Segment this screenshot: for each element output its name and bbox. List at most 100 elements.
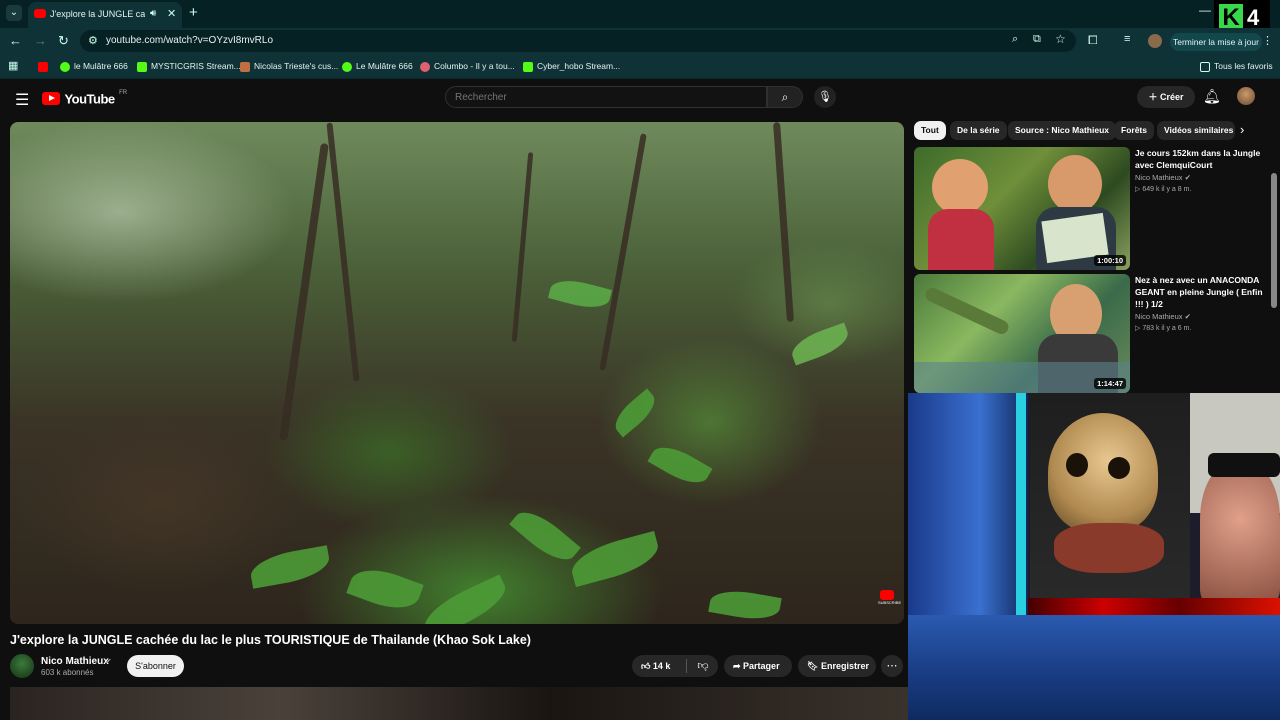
bookmarks-bar: ▦ le Mulâtre 666 MYSTICGRIS Stream... Ni… bbox=[0, 55, 1280, 79]
profile-avatar[interactable] bbox=[1148, 34, 1162, 48]
tree-trunk bbox=[279, 142, 329, 442]
play-icon bbox=[60, 61, 70, 72]
browser-tab-strip: ⌄ J'explore la JUNGLE cachée du lac le p… bbox=[0, 0, 1280, 36]
chip-all[interactable]: Tout bbox=[914, 121, 946, 140]
cyan-light bbox=[1016, 393, 1026, 623]
recommendation-channel: Nico Mathieux ✔ bbox=[1135, 312, 1191, 321]
tab-search-button[interactable]: ⌄ bbox=[6, 5, 22, 21]
blue-blanket bbox=[908, 615, 1280, 720]
leaf bbox=[346, 561, 424, 617]
back-arrow-icon[interactable]: ← bbox=[9, 33, 22, 48]
voice-search-button[interactable]: 🎙︎ bbox=[814, 86, 836, 108]
hamburger-menu-icon[interactable]: ☰ bbox=[15, 90, 29, 110]
verified-check-icon: ✔ bbox=[1184, 173, 1191, 182]
recommendation-meta: ▷ 783 k il y a 6 m. bbox=[1135, 325, 1192, 332]
leaf bbox=[567, 530, 663, 588]
bookmark-youtube[interactable] bbox=[38, 61, 52, 72]
thumbs-down-icon: 👎︎ bbox=[697, 660, 709, 672]
url-text[interactable]: youtube.com/watch?v=OYzvI8mvRLo bbox=[106, 35, 273, 46]
person-face bbox=[932, 159, 988, 215]
site-info-icon[interactable]: ⚙ bbox=[88, 34, 98, 47]
bookmark-star-icon[interactable]: ☆ bbox=[1055, 32, 1066, 46]
person-face bbox=[1048, 155, 1102, 213]
close-icon[interactable]: ✕ bbox=[167, 7, 176, 20]
bookmark-item[interactable]: MYSTICGRIS Stream... bbox=[137, 61, 241, 72]
streamer-webcam-overlay bbox=[908, 393, 1280, 720]
channel-avatar[interactable] bbox=[10, 654, 34, 678]
dislike-button[interactable]: 👎︎ bbox=[688, 655, 718, 677]
leaf bbox=[547, 274, 613, 314]
youtube-logo[interactable]: YouTube FR bbox=[42, 90, 127, 108]
install-app-icon[interactable]: ⧉ bbox=[1033, 33, 1041, 46]
browser-menu-icon[interactable]: ⋮ bbox=[1262, 34, 1273, 47]
subscriber-count: 603 k abonnés bbox=[41, 668, 94, 677]
scrollbar[interactable] bbox=[1271, 173, 1277, 308]
subscribe-button[interactable]: S'abonner bbox=[127, 655, 184, 677]
streamer-face bbox=[1200, 463, 1280, 603]
share-arrow-icon: ➦ bbox=[733, 661, 744, 671]
address-bar[interactable]: ⚙ youtube.com/watch?v=OYzvI8mvRLo ⌕ ⧉ ☆ bbox=[80, 30, 1076, 52]
chip-similar[interactable]: Vidéos similaires bbox=[1157, 121, 1235, 140]
save-label: Enregistrer bbox=[820, 661, 869, 671]
save-button[interactable]: 🔖︎ Enregistrer bbox=[798, 655, 876, 677]
speaker-icon[interactable]: 🔊︎ bbox=[150, 8, 156, 19]
share-button[interactable]: ➦ Partager bbox=[724, 655, 792, 677]
minimize-window-button[interactable]: — bbox=[1199, 3, 1211, 17]
create-button[interactable]: ＋ Créer bbox=[1137, 86, 1195, 108]
recommendation-channel: Nico Mathieux ✔ bbox=[1135, 173, 1191, 182]
all-bookmarks-folder[interactable]: Tous les favoris bbox=[1200, 61, 1273, 72]
extensions-icon[interactable]: ⧠ bbox=[1088, 33, 1098, 48]
tree-trunk bbox=[326, 122, 360, 382]
play-icon bbox=[342, 61, 352, 72]
zoom-icon[interactable]: ⌕ bbox=[1012, 33, 1018, 46]
user-avatar[interactable] bbox=[1237, 87, 1255, 105]
more-actions-button[interactable]: ⋯ bbox=[881, 655, 903, 677]
recommendation-title[interactable]: Nez à nez avec un ANACONDA GEANT en plei… bbox=[1135, 274, 1265, 310]
share-label: Partager bbox=[743, 661, 780, 671]
bookmark-item[interactable]: Le Mulâtre 666 bbox=[342, 61, 413, 72]
finish-update-button[interactable]: Terminer la mise à jour bbox=[1170, 33, 1262, 51]
tab-title: J'explore la JUNGLE cachée du lac le plu… bbox=[50, 9, 145, 19]
country-code: FR bbox=[119, 90, 128, 96]
chip-series[interactable]: De la série bbox=[950, 121, 1007, 140]
apps-grid-icon[interactable]: ▦ bbox=[8, 59, 18, 72]
skull-image bbox=[1048, 413, 1158, 533]
media-control-icon[interactable]: ≡ bbox=[1124, 33, 1130, 45]
folder-icon bbox=[1200, 61, 1210, 72]
bookmark-item[interactable]: Nicolas Trieste's cus... bbox=[240, 61, 338, 72]
browser-tab-active[interactable]: J'explore la JUNGLE cachée du lac le plu… bbox=[28, 2, 182, 28]
channel-name[interactable]: Nico Mathieux bbox=[41, 656, 109, 667]
verified-check-icon: ✔ bbox=[105, 657, 112, 666]
notifications-bell-icon[interactable]: 🔔︎ bbox=[1203, 88, 1221, 105]
skull-jaw bbox=[1054, 523, 1164, 573]
youtube-play-icon bbox=[42, 92, 60, 106]
chevron-right-icon[interactable]: › bbox=[1240, 122, 1244, 137]
leaf bbox=[248, 545, 332, 589]
reload-icon[interactable]: ↻ bbox=[58, 33, 69, 49]
create-label: Créer bbox=[1160, 92, 1184, 102]
recommendation-thumbnail[interactable]: 1:14:47 bbox=[914, 274, 1130, 393]
like-count: 14 k bbox=[652, 661, 671, 671]
forward-arrow-icon[interactable]: → bbox=[34, 33, 47, 48]
youtube-play-icon bbox=[880, 590, 894, 600]
bookmark-item[interactable]: Columbo - Il y a tou... bbox=[420, 61, 515, 72]
video-player[interactable]: SUBSCRIBE bbox=[10, 122, 904, 624]
bookmark-item[interactable]: le Mulâtre 666 bbox=[60, 61, 128, 72]
recommendation-thumbnail[interactable]: 1:00:10 bbox=[914, 147, 1130, 270]
youtube-icon bbox=[38, 61, 48, 72]
recommendation-title[interactable]: Je cours 152km dans la Jungle avec Clemq… bbox=[1135, 147, 1265, 171]
chip-forests[interactable]: Forêts bbox=[1114, 121, 1154, 140]
new-tab-button[interactable]: + bbox=[189, 4, 198, 21]
plus-icon: ＋ bbox=[1148, 92, 1160, 102]
subscribe-watermark[interactable]: SUBSCRIBE bbox=[878, 590, 901, 610]
search-button[interactable]: ⌕ bbox=[767, 86, 803, 108]
like-button[interactable]: 👍︎ 14 k bbox=[632, 655, 686, 677]
bookmark-item[interactable]: Cyber_hobo Stream... bbox=[523, 61, 620, 72]
skull-eye bbox=[1066, 453, 1088, 477]
search-input[interactable] bbox=[445, 86, 767, 108]
youtube-logo-text: YouTube bbox=[64, 91, 115, 107]
divider bbox=[686, 659, 687, 673]
kick-icon bbox=[137, 61, 147, 72]
chip-source[interactable]: Source : Nico Mathieux bbox=[1008, 121, 1116, 140]
streamer-cap bbox=[1208, 453, 1280, 477]
